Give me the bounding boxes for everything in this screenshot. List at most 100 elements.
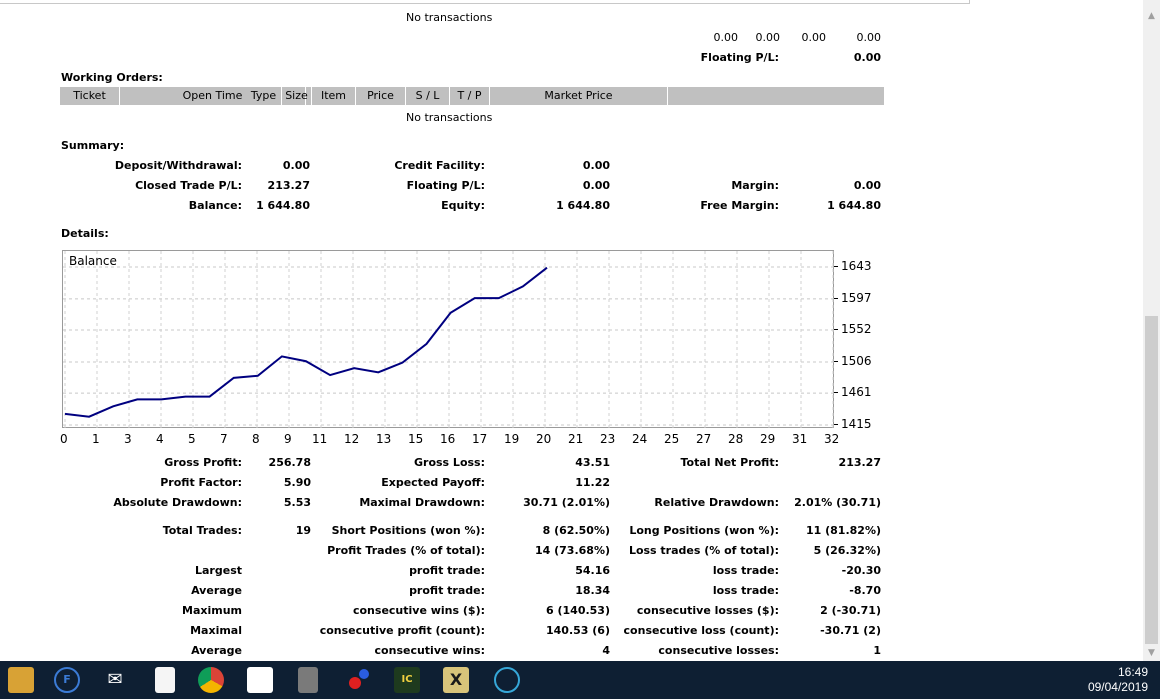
col-price[interactable]: Price	[356, 87, 406, 105]
address-bar-edge	[0, 0, 970, 4]
scroll-thumb[interactable]	[1145, 316, 1158, 644]
free-margin-value: 1 644.80	[827, 199, 881, 212]
working-orders-header: Ticket Open Time Type Size Item Price S …	[60, 87, 884, 105]
col-size[interactable]: Size	[282, 87, 312, 105]
balance-value: 1 644.80	[256, 199, 310, 212]
file-explorer-icon[interactable]	[8, 667, 34, 693]
avg-loss-label: loss trade:	[712, 584, 779, 597]
short-positions-label: Short Positions (won %):	[331, 524, 485, 537]
x-tick-label: 25	[664, 432, 680, 446]
scroll-down-icon[interactable]: ▼	[1143, 645, 1160, 661]
mail-icon[interactable]: ✉	[102, 667, 128, 693]
foxit-icon[interactable]: F	[54, 667, 80, 693]
x-tick-label: 23	[600, 432, 616, 446]
loss-trades-label: Loss trades (% of total):	[628, 544, 779, 557]
y-tick-label: 1506	[841, 353, 872, 368]
x-tick-label: 9	[284, 432, 292, 446]
working-orders-empty: No transactions	[406, 111, 493, 124]
x-tick-label: 19	[504, 432, 520, 446]
clock-time: 16:49	[1117, 665, 1148, 679]
avg-cons-wins-value: 4	[602, 644, 610, 657]
margin-value: 0.00	[853, 179, 881, 192]
rel-drawdown-value: 2.01% (30.71)	[794, 496, 881, 509]
maximal-cons-loss-value: -30.71 (2)	[820, 624, 881, 637]
clock[interactable]: 16:49 09/04/2019	[1088, 665, 1148, 695]
profit-trades-value: 14 (73.68%)	[534, 544, 610, 557]
x-tick-label: 28	[728, 432, 744, 446]
col-ticket[interactable]: Ticket	[60, 87, 120, 105]
notepad-icon[interactable]	[155, 667, 175, 693]
maximal-cons-loss-label: consecutive loss (count):	[623, 624, 779, 637]
credit-value: 0.00	[582, 159, 610, 172]
meta-icon[interactable]: IC	[394, 667, 420, 693]
scroll-up-icon[interactable]: ▲	[1143, 8, 1160, 24]
maximal-label: Maximal	[190, 624, 242, 637]
max-drawdown-value: 30.71 (2.01%)	[523, 496, 610, 509]
avg-cons-losses-value: 1	[873, 644, 881, 657]
avg-profit-value: 18.34	[575, 584, 610, 597]
gross-profit-label: Gross Profit:	[164, 456, 242, 469]
balance-chart: Balance	[62, 250, 835, 429]
x-tick-label: 32	[824, 432, 840, 446]
x-tick-label: 7	[220, 432, 228, 446]
expected-payoff-label: Expected Payoff:	[381, 476, 485, 489]
expected-payoff-value: 11.22	[575, 476, 610, 489]
col-tp[interactable]: T / P	[450, 87, 490, 105]
x-tick-label: 21	[568, 432, 584, 446]
totals-cell: 0.00	[801, 31, 827, 44]
abs-drawdown-label: Absolute Drawdown:	[113, 496, 242, 509]
avg-profit-label: profit trade:	[409, 584, 485, 597]
largest-loss-value: -20.30	[841, 564, 881, 577]
x-tick-label: 4	[156, 432, 164, 446]
x-tick-label: 8	[252, 432, 260, 446]
col-type[interactable]: Type	[246, 87, 282, 105]
x-tick-label: 0	[60, 432, 68, 446]
server-icon[interactable]	[298, 667, 318, 693]
x-tick-label: 15	[408, 432, 424, 446]
col-item[interactable]: Item	[312, 87, 356, 105]
x-tick-label: 1	[92, 432, 100, 446]
max-cons-losses-value: 2 (-30.71)	[820, 604, 881, 617]
total-trades-value: 19	[295, 524, 311, 537]
vertical-scrollbar[interactable]: ▲ ▼	[1143, 0, 1160, 661]
gross-loss-value: 43.51	[575, 456, 610, 469]
largest-label: Largest	[195, 564, 242, 577]
largest-profit-value: 54.16	[575, 564, 610, 577]
chart-title: Balance	[69, 254, 117, 268]
x-tick-label: 3	[124, 432, 132, 446]
avg-cons-wins-label: consecutive wins:	[374, 644, 485, 657]
y-tick-label: 1643	[841, 259, 872, 273]
total-trades-label: Total Trades:	[162, 524, 242, 537]
totals-cell: 0.00	[713, 31, 739, 44]
col-sl[interactable]: S / L	[406, 87, 450, 105]
total-net-label: Total Net Profit:	[680, 456, 780, 469]
x-tick-label: 12	[344, 432, 360, 446]
gross-profit-value: 256.78	[268, 456, 311, 469]
x-tick-label: 20	[536, 432, 552, 446]
rel-drawdown-label: Relative Drawdown:	[654, 496, 779, 509]
clock-date: 09/04/2019	[1087, 680, 1148, 694]
y-tick-mark	[834, 392, 838, 394]
largest-loss-label: loss trade:	[712, 564, 779, 577]
x-tick-label: 31	[792, 432, 808, 446]
balance-label: Balance:	[188, 199, 242, 212]
paint-icon[interactable]	[346, 667, 372, 693]
short-positions-value: 8 (62.50%)	[542, 524, 610, 537]
total-net-value: 213.27	[838, 456, 881, 469]
col-market-price[interactable]: Market Price	[490, 87, 668, 105]
equity-value: 1 644.80	[556, 199, 610, 212]
closed-pl-value: 213.27	[267, 179, 310, 192]
chrome-icon[interactable]	[198, 667, 224, 693]
maximal-cons-profit-value: 140.53 (6)	[546, 624, 610, 637]
store-icon[interactable]	[247, 667, 273, 693]
loss-trades-value: 5 (26.32%)	[813, 544, 881, 557]
floating-pl-value: 0.00	[853, 51, 881, 64]
col-empty[interactable]	[668, 87, 884, 105]
terminal-icon[interactable]	[494, 667, 520, 693]
maximal-cons-profit-label: consecutive profit (count):	[319, 624, 485, 637]
x-tick-label: 5	[188, 432, 196, 446]
excel-icon[interactable]: X	[443, 667, 469, 693]
x-tick-label: 24	[632, 432, 648, 446]
details-title: Details:	[61, 227, 109, 240]
y-tick-label: 1415	[841, 417, 872, 431]
